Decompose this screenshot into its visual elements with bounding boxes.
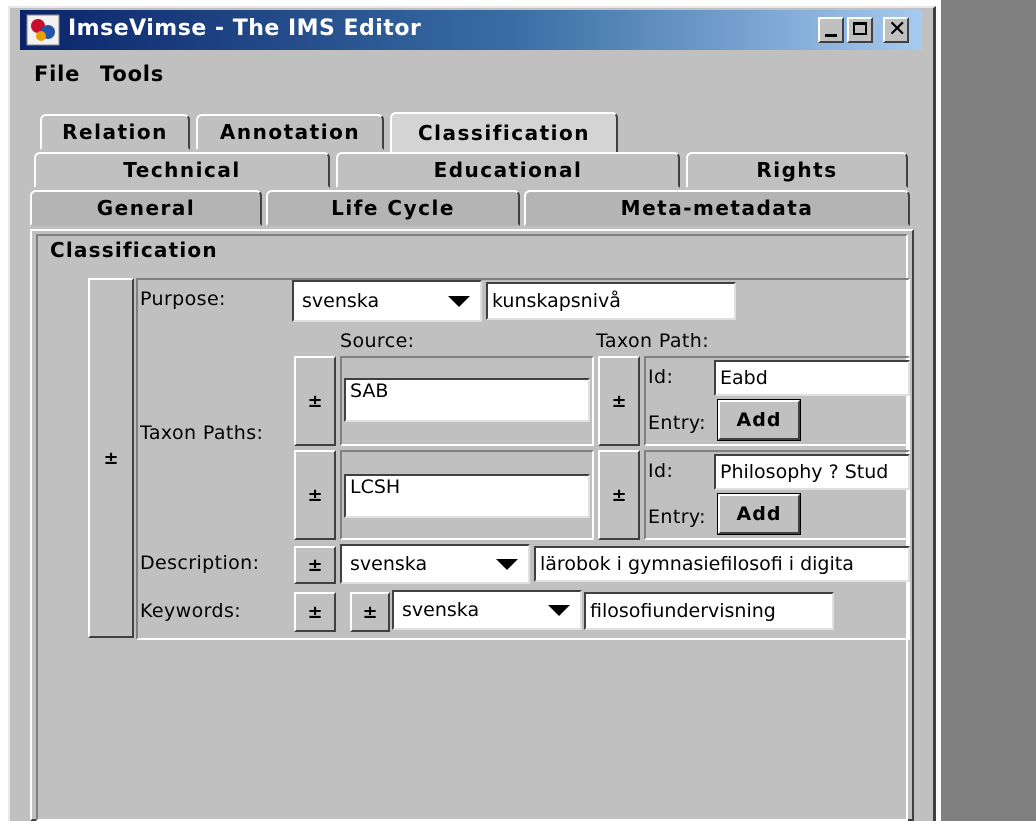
tab-technical[interactable]: Technical xyxy=(34,152,330,188)
menu-file[interactable]: File xyxy=(34,62,80,86)
app-icon[interactable] xyxy=(26,14,60,46)
plus-minus-icon: ± xyxy=(307,601,323,623)
chevron-down-icon xyxy=(448,296,470,307)
description-value-field[interactable]: lärobok i gymnasiefilosofi i digita xyxy=(534,546,910,582)
taxon-paths-label: Taxon Paths: xyxy=(140,422,264,444)
desktop-background xyxy=(941,0,1036,821)
taxon-path-header: Taxon Path: xyxy=(596,330,710,352)
tab-meta-metadata[interactable]: Meta-metadata xyxy=(524,190,910,226)
purpose-language-select[interactable]: svenska xyxy=(292,280,482,322)
description-language-select[interactable]: svenska xyxy=(340,544,530,584)
keyword-toggle-button[interactable]: ± xyxy=(350,592,390,632)
close-icon: ✕ xyxy=(888,17,907,42)
plus-minus-icon: ± xyxy=(103,447,119,469)
tab-classification[interactable]: Classification xyxy=(390,112,618,152)
purpose-value-field[interactable]: kunskapsnivå xyxy=(486,282,736,320)
taxon-2-entry-label: Entry: xyxy=(648,506,706,528)
tab-relation[interactable]: Relation xyxy=(40,114,190,150)
menu-tools[interactable]: Tools xyxy=(100,62,164,86)
plus-minus-icon: ± xyxy=(307,390,323,412)
keywords-value-field[interactable]: filosofiundervisning xyxy=(584,592,834,630)
taxon-1-add-button[interactable]: Add xyxy=(717,399,801,441)
source-header: Source: xyxy=(340,330,415,352)
taxon-2-id-label: Id: xyxy=(648,460,674,482)
section-title: Classification xyxy=(50,238,218,262)
tab-annotation[interactable]: Annotation xyxy=(196,114,384,150)
maximize-button[interactable] xyxy=(847,17,873,43)
plus-minus-icon: ± xyxy=(611,484,627,506)
close-button[interactable]: ✕ xyxy=(883,17,909,43)
description-language-value: svenska xyxy=(350,553,428,575)
keywords-language-select[interactable]: svenska xyxy=(392,590,582,630)
minimize-icon xyxy=(825,34,837,37)
taxon-1-id-field[interactable]: Eabd xyxy=(714,360,910,396)
purpose-label: Purpose: xyxy=(140,288,226,310)
minimize-button[interactable] xyxy=(818,17,844,43)
classification-toggle-button[interactable]: ± xyxy=(88,278,134,638)
description-label: Description: xyxy=(140,552,260,574)
taxon-2-toggle-button[interactable]: ± xyxy=(598,450,640,540)
tab-life-cycle[interactable]: Life Cycle xyxy=(266,190,520,226)
purpose-language-value: svenska xyxy=(302,290,380,312)
source-1-field[interactable]: SAB xyxy=(344,378,590,422)
keywords-language-value: svenska xyxy=(402,599,480,621)
plus-minus-icon: ± xyxy=(362,601,378,623)
tab-general[interactable]: General xyxy=(30,190,262,226)
plus-minus-icon: ± xyxy=(611,390,627,412)
window-title: ImseVimse - The IMS Editor xyxy=(68,16,422,41)
chevron-down-icon xyxy=(496,559,518,570)
taxon-1-id-label: Id: xyxy=(648,366,674,388)
plus-minus-icon: ± xyxy=(307,484,323,506)
source-2-field[interactable]: LCSH xyxy=(344,474,590,518)
tab-educational[interactable]: Educational xyxy=(336,152,680,188)
plus-minus-icon: ± xyxy=(307,554,323,576)
keywords-toggle-button[interactable]: ± xyxy=(294,592,336,632)
taxon-path-1-toggle-button[interactable]: ± xyxy=(294,356,336,446)
taxon-2-add-button[interactable]: Add xyxy=(717,493,801,535)
taxon-1-entry-label: Entry: xyxy=(648,412,706,434)
maximize-icon xyxy=(853,22,867,35)
description-toggle-button[interactable]: ± xyxy=(294,546,336,584)
tab-rights[interactable]: Rights xyxy=(686,152,908,188)
taxon-2-id-field[interactable]: Philosophy ? Stud xyxy=(714,454,910,490)
chevron-down-icon xyxy=(548,605,570,616)
taxon-1-toggle-button[interactable]: ± xyxy=(598,356,640,446)
taxon-path-2-toggle-button[interactable]: ± xyxy=(294,450,336,540)
keywords-label: Keywords: xyxy=(140,600,242,622)
